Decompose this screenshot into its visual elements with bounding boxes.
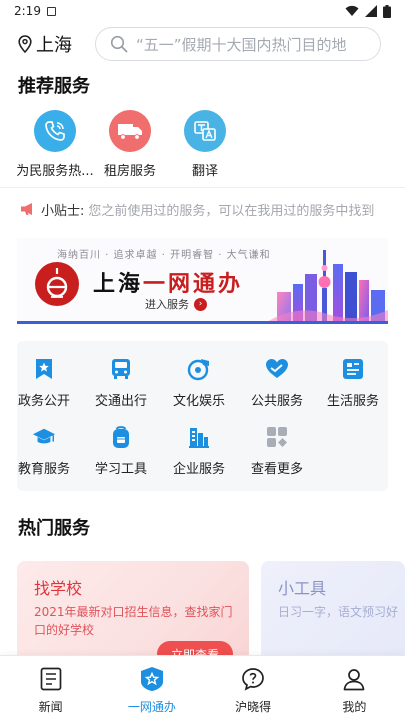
location-label: 上海 [36, 35, 72, 56]
hot-card-title: 找学校 [34, 579, 83, 598]
megaphone-icon [21, 203, 32, 215]
banner-enter[interactable]: 进入服务 › [145, 296, 207, 312]
status-bar: 2:19 [0, 0, 405, 22]
category-government-affairs[interactable]: 政务公开 [8, 357, 80, 409]
nav-label: 新闻 [38, 700, 63, 714]
search-input[interactable]: “五一”假期十大国内热门目的地 [95, 27, 381, 61]
notification-icon [46, 6, 56, 16]
rec-service-translate[interactable]: 翻译 [165, 110, 245, 179]
category-label: 生活服务 [326, 394, 379, 409]
category-label: 学习工具 [94, 462, 147, 477]
phone-icon [34, 110, 76, 152]
yiwangtongban-logo-icon [35, 262, 79, 306]
nav-huxiaode[interactable]: 沪晓得 [203, 656, 304, 720]
category-label: 查看更多 [250, 462, 303, 477]
rec-service-rental[interactable]: 租房服务 [90, 110, 170, 179]
backpack-icon [109, 425, 133, 449]
banner-title-city: 上海 [93, 272, 144, 297]
battery-icon [383, 4, 391, 18]
tip-text: 您之前使用过的服务，可以在我用过的服务中找到 [88, 203, 375, 219]
rec-label: 租房服务 [103, 164, 156, 179]
category-view-more[interactable]: 查看更多 [241, 425, 313, 477]
service-star-icon [139, 666, 165, 692]
hot-card-title: 小工具 [278, 579, 327, 598]
banner-title: 上海一网通办 [93, 266, 243, 298]
category-label: 文化娱乐 [172, 394, 225, 409]
person-icon [341, 666, 367, 692]
banner-yiwangtongban[interactable]: 海纳百川 · 追求卓越 · 开明睿智 · 大气谦和 上海一网通办 进入服务 › [17, 238, 388, 324]
hot-card-small-tools[interactable]: 小工具 日习一字，语文预习好 [261, 561, 405, 661]
question-bubble-icon [240, 666, 266, 692]
location-selector[interactable]: 上海 [18, 31, 72, 57]
shanghai-skyline-illustration [268, 250, 388, 321]
location-pin-icon [18, 35, 32, 53]
hot-card-find-school[interactable]: 找学校 2021年最新对口招生信息，查找家门口的好学校 立即查看 [17, 561, 249, 661]
search-placeholder: “五一”假期十大国内热门目的地 [136, 35, 347, 54]
bus-icon [109, 357, 133, 381]
rec-label: 翻译 [191, 164, 218, 179]
header: 上海 “五一”假期十大国内热门目的地 [0, 26, 405, 62]
category-enterprise[interactable]: 企业服务 [163, 425, 235, 477]
recommended-title: 推荐服务 [18, 76, 90, 97]
bottom-nav: 新闻 一网通办 沪晓得 我的 [0, 655, 405, 720]
truck-icon [109, 110, 151, 152]
building-icon [187, 425, 211, 449]
nav-label: 一网通办 [127, 700, 176, 714]
banner-tagline: 海纳百川 · 追求卓越 · 开明睿智 · 大气谦和 [57, 250, 271, 261]
category-education[interactable]: 教育服务 [8, 425, 80, 477]
graduation-cap-icon [32, 425, 56, 449]
category-life-services[interactable]: 生活服务 [317, 357, 389, 409]
category-label: 教育服务 [17, 462, 70, 477]
category-study-tools[interactable]: 学习工具 [85, 425, 157, 477]
wifi-icon [345, 5, 359, 16]
nav-mine[interactable]: 我的 [304, 656, 405, 720]
hot-card-desc: 日习一字，语文预习好 [278, 605, 399, 619]
arrow-right-icon: › [194, 297, 207, 311]
nav-label: 我的 [342, 700, 367, 714]
banner-title-service: 一网通办 [143, 272, 244, 297]
nav-news[interactable]: 新闻 [0, 656, 101, 720]
divider [0, 187, 405, 188]
tip-label: 小贴士: [41, 203, 85, 219]
hot-services-title: 热门服务 [18, 518, 90, 539]
banner-subtitle: 进入服务 [145, 298, 189, 311]
signal-icon [365, 5, 377, 17]
heart-hands-icon [265, 357, 289, 381]
hot-card-desc: 2021年最新对口招生信息，查找家门口的好学校 [34, 605, 233, 637]
news-icon [38, 666, 64, 692]
search-icon [110, 35, 128, 53]
rec-service-hotline[interactable]: 为民服务热... [15, 110, 95, 179]
bookmark-star-icon [32, 357, 56, 381]
category-public-services[interactable]: 公共服务 [241, 357, 313, 409]
status-time: 2:19 [14, 4, 41, 18]
nav-yiwangtongban[interactable]: 一网通办 [101, 656, 202, 720]
category-label: 公共服务 [250, 394, 303, 409]
tip-bar: 小贴士: 您之前使用过的服务，可以在我用过的服务中找到 [20, 199, 390, 219]
music-disc-icon [187, 357, 211, 381]
translate-icon [184, 110, 226, 152]
category-grid: 政务公开 交通出行 文化娱乐 公共服务 生活服务 教育服务 学习工具 企业服务 … [17, 341, 388, 491]
category-culture[interactable]: 文化娱乐 [163, 357, 235, 409]
receipt-icon [341, 357, 365, 381]
category-label: 企业服务 [172, 462, 225, 477]
category-transport[interactable]: 交通出行 [85, 357, 157, 409]
nav-label: 沪晓得 [235, 700, 272, 714]
grid-more-icon [265, 425, 289, 449]
category-label: 政务公开 [17, 394, 70, 409]
category-label: 交通出行 [94, 394, 147, 409]
rec-label: 为民服务热... [16, 164, 94, 179]
